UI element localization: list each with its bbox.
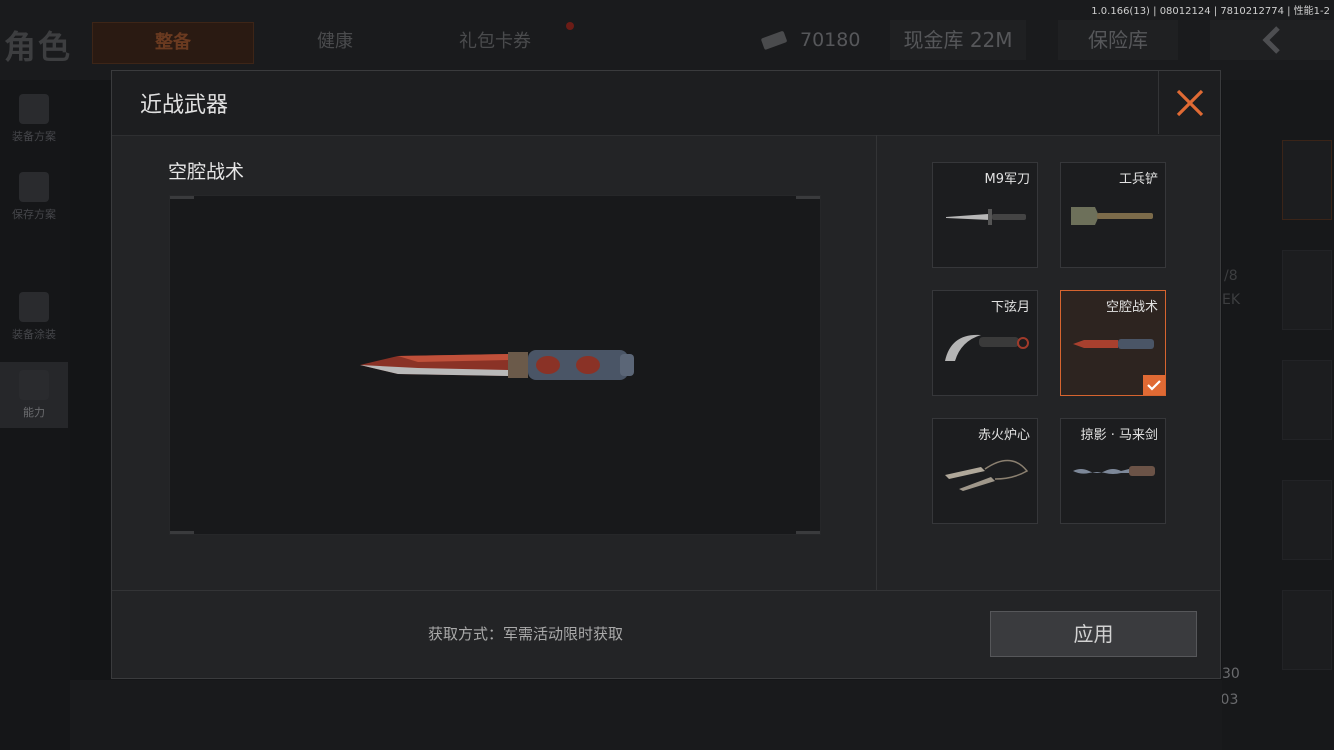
vertical-divider (876, 135, 877, 590)
apply-button[interactable]: 应用 (990, 611, 1197, 657)
bg-text-2: EK (1222, 292, 1241, 308)
sidebar-item-ability[interactable]: 能力 (0, 362, 68, 428)
lightning-icon (19, 370, 49, 400)
cash-icon (761, 31, 787, 50)
weapon-label: 空腔战术 (1105, 300, 1158, 315)
tactical-knife-large-icon (360, 350, 634, 380)
weapon-label: 赤火炉心 (977, 428, 1030, 443)
preview-weapon-name: 空腔战术 (168, 161, 245, 183)
weapon-slot-karambit[interactable]: 下弦月 (932, 290, 1038, 396)
weapon-slot-tactical[interactable]: 空腔战术 (1060, 290, 1166, 396)
tactical-knife-icon (1073, 339, 1154, 349)
right-slot-5[interactable] (1282, 590, 1332, 670)
screen-title: 角色 (4, 28, 73, 66)
weapon-label: M9军刀 (984, 172, 1031, 187)
bg-text-3: 30 (1222, 666, 1240, 682)
weapon-label: 工兵铲 (1118, 172, 1158, 187)
weapon-label: 下弦月 (990, 300, 1030, 315)
acquisition-method: 获取方式：军需活动限时获取 (428, 625, 624, 643)
weapon-preview (169, 195, 821, 535)
weapon-label: 掠影 · 马来剑 (1080, 428, 1158, 443)
download-icon (19, 172, 49, 202)
cash-vault-button[interactable]: 现金库 22M (890, 20, 1026, 60)
bayonet-knife-icon (946, 209, 1026, 225)
selected-check (1143, 375, 1165, 395)
helmet-icon (19, 292, 49, 322)
close-button[interactable] (1158, 71, 1221, 134)
back-arrow-icon (1262, 26, 1280, 54)
sidebar-item-skin[interactable]: 装备涂装 (0, 284, 68, 350)
back-button[interactable] (1210, 20, 1334, 60)
melee-weapon-dialog: 近战武器 空腔战术 M9军刀 工兵铲 下弦月 空腔战术 赤火炉心 掠影 · 马来… (111, 70, 1221, 679)
money-value: 70180 (800, 29, 861, 51)
weapon-slot-kris[interactable]: 掠影 · 马来剑 (1060, 418, 1166, 524)
tab-health[interactable]: 健康 (270, 22, 400, 62)
right-slot-3[interactable] (1282, 360, 1332, 440)
vest-icon (19, 94, 49, 124)
tab-equip[interactable]: 整备 (92, 22, 254, 64)
right-slot-2[interactable] (1282, 250, 1332, 330)
right-slot-1[interactable] (1282, 140, 1332, 220)
sidebar-item-loadout[interactable]: 装备方案 (0, 86, 68, 152)
notification-dot (566, 22, 574, 30)
twin-blades-icon (945, 459, 1029, 491)
karambit-icon (945, 334, 1029, 361)
weapon-slot-red-fire[interactable]: 赤火炉心 (932, 418, 1038, 524)
kris-sword-icon (1073, 466, 1155, 476)
insurance-vault-button[interactable]: 保险库 (1058, 20, 1178, 60)
right-slot-4[interactable] (1282, 480, 1332, 560)
close-icon (1176, 89, 1204, 116)
tab-gift-cards[interactable]: 礼包卡券 (420, 22, 570, 62)
horizontal-divider (112, 590, 1220, 591)
shovel-icon (1071, 207, 1153, 225)
dialog-title: 近战武器 (140, 93, 229, 118)
bg-text-1: /8 (1224, 268, 1238, 284)
sidebar-item-save[interactable]: 保存方案 (0, 164, 68, 230)
weapon-slot-m9[interactable]: M9军刀 (932, 162, 1038, 268)
money-display: 70180 (760, 22, 860, 58)
dialog-header (112, 71, 1220, 136)
checkmark-icon (1147, 380, 1161, 391)
bottom-strip (70, 680, 1222, 750)
version-text: 1.0.166(13) | 08012124 | 7810212774 | 性能… (1091, 6, 1330, 17)
weapon-slot-shovel[interactable]: 工兵铲 (1060, 162, 1166, 268)
